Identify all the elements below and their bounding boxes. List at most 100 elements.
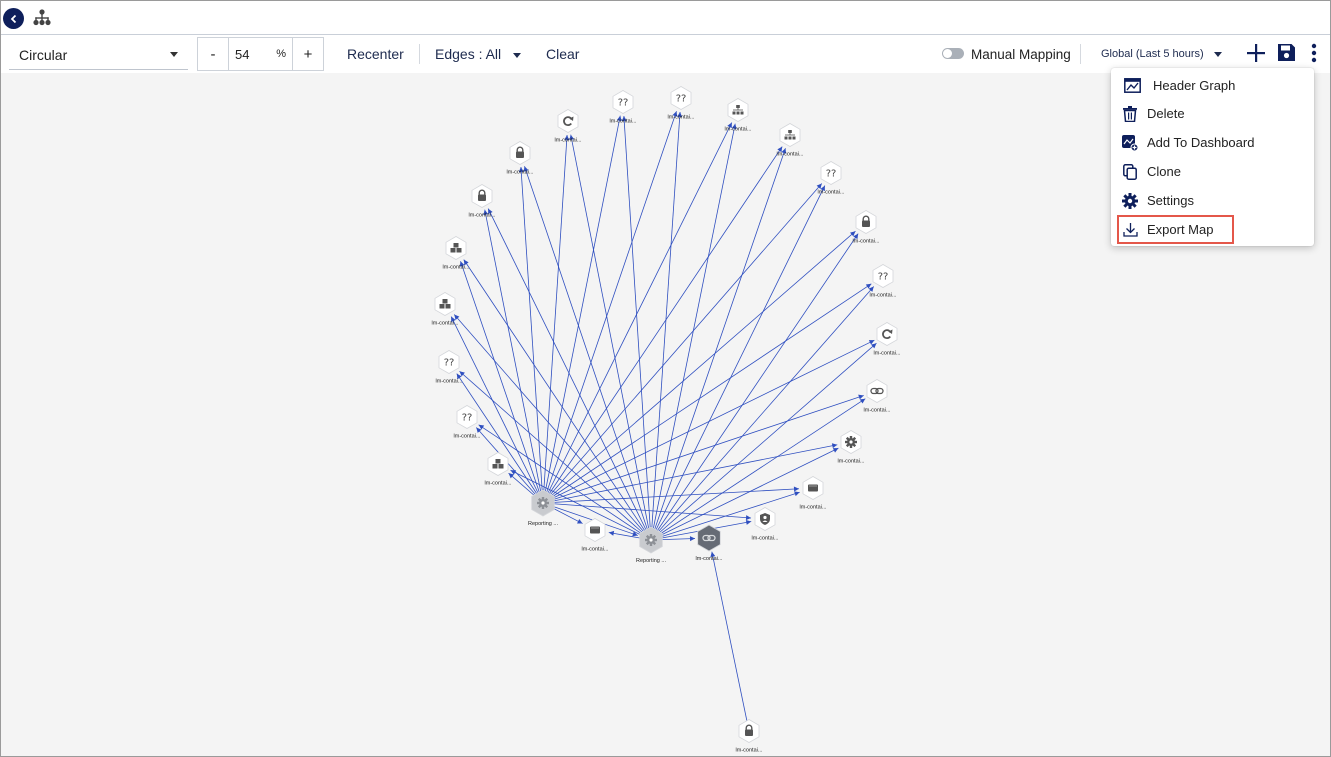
edge-arrowhead (831, 443, 838, 449)
graph-node[interactable]: lm-contai... (853, 210, 880, 245)
menu-item-add-to-dashboard[interactable]: Add To Dashboard (1111, 128, 1314, 157)
zoom-in-button[interactable]: + (293, 38, 323, 70)
save-icon[interactable] (1277, 43, 1296, 62)
graph-node[interactable]: lm-contai... (555, 109, 582, 144)
menu-item-export-map[interactable]: Export Map (1117, 215, 1234, 244)
toggle-knob (943, 49, 952, 58)
gear-icon (537, 497, 549, 509)
edge-layer (450, 111, 877, 732)
graph-edge (542, 230, 856, 504)
svg-text:??: ?? (618, 98, 629, 109)
menu-item-settings[interactable]: Settings (1111, 186, 1314, 215)
node-label: lm-contai... (610, 119, 637, 125)
svg-text:??: ?? (444, 358, 455, 369)
layout-select[interactable]: Circular (9, 37, 188, 70)
node-label: lm-contai... (870, 293, 897, 299)
graph-edge (542, 502, 752, 519)
menu-item-clone[interactable]: Clone (1111, 157, 1314, 186)
more-vertical-icon[interactable] (1309, 43, 1319, 63)
chevron-down-icon (513, 52, 522, 58)
graph-node[interactable]: ?? lm-contai... (610, 90, 637, 125)
graph-node[interactable]: lm-contai... (485, 452, 512, 487)
chevron-down-icon (170, 52, 178, 57)
more-actions-menu: Header Graph Delete Add To Dashboard Clo… (1111, 68, 1314, 246)
edge-arrowhead (608, 530, 615, 536)
node-label: Reporting ... (636, 558, 666, 564)
hub-node[interactable]: lm-contai... (696, 524, 723, 562)
graph-node[interactable]: lm-contai... (469, 184, 496, 219)
gear-icon (845, 436, 857, 448)
menu-item-label: Header Graph (1153, 78, 1236, 93)
node-label: lm-contai... (777, 152, 804, 158)
svg-text:??: ?? (676, 94, 687, 105)
graph-node[interactable]: ?? lm-contai... (668, 86, 695, 121)
graph-edge (711, 551, 750, 732)
clear-button[interactable]: Clear (546, 46, 579, 62)
gear-icon (645, 534, 657, 546)
node-shape (557, 109, 579, 133)
node-label: lm-contai... (485, 481, 512, 487)
graph-node[interactable]: lm-contai... (800, 476, 827, 511)
question-icon: ?? (676, 94, 687, 105)
menu-item-delete[interactable]: Delete (1111, 99, 1314, 128)
graph-node[interactable]: ?? lm-contai... (870, 264, 897, 299)
svg-text:??: ?? (462, 413, 473, 424)
node-label: lm-contai... (838, 459, 865, 465)
graph-node[interactable]: lm-contai... (725, 98, 752, 133)
node-label: lm-contai... (555, 138, 582, 144)
topology-page: Circular - 54 % + Recenter Edges : All C… (0, 0, 1331, 757)
node-shape (866, 379, 888, 403)
menu-item-label: Settings (1147, 193, 1194, 208)
zoom-input[interactable]: 54 % (228, 38, 293, 70)
zoom-out-button[interactable]: - (198, 38, 228, 70)
node-label: lm-contai... (696, 556, 723, 562)
graph-node[interactable]: lm-contai... (507, 141, 534, 176)
manual-mapping-toggle[interactable] (942, 48, 964, 59)
graph-node[interactable]: ?? lm-contai... (436, 350, 463, 385)
graph-edge (650, 185, 826, 541)
svg-text:??: ?? (878, 272, 889, 283)
title-bar (1, 1, 1330, 35)
graph-node[interactable]: lm-contai... (874, 322, 901, 357)
back-button[interactable] (3, 8, 24, 29)
chevron-left-icon (10, 14, 16, 23)
edges-filter-button[interactable]: Edges : All (435, 46, 522, 62)
menu-item-header-graph[interactable]: Header Graph (1111, 71, 1314, 100)
copy-icon (1121, 163, 1139, 181)
container-icon (590, 526, 600, 534)
dashboard-add-icon (1121, 134, 1139, 152)
graph-node[interactable]: lm-contai... (432, 292, 459, 327)
toolbar-divider (419, 44, 420, 64)
node-label: lm-contai... (800, 505, 827, 511)
graph-node[interactable]: lm-contai... (777, 123, 804, 158)
menu-item-label: Clone (1147, 164, 1181, 179)
node-label: lm-contai... (725, 127, 752, 133)
node-label: lm-contai... (853, 239, 880, 245)
graph-node[interactable]: lm-contai... (443, 236, 470, 271)
time-range-select[interactable]: Global (Last 5 hours) (1101, 48, 1222, 60)
gear-icon (1121, 192, 1139, 210)
graph-node[interactable]: lm-contai... (736, 719, 763, 754)
menu-item-label: Export Map (1147, 222, 1214, 237)
edge-arrowhead (689, 536, 696, 542)
container-icon (808, 484, 818, 492)
recenter-button[interactable]: Recenter (347, 46, 404, 62)
graph-node[interactable]: lm-contai... (838, 430, 865, 465)
node-shape (697, 524, 721, 552)
add-icon[interactable] (1246, 43, 1266, 63)
zoom-value: 54 (235, 46, 250, 62)
menu-item-label: Delete (1147, 106, 1185, 121)
graph-node[interactable]: lm-contai... (752, 507, 779, 542)
topology-icon (33, 9, 51, 26)
graph-node[interactable]: lm-contai... (864, 379, 891, 414)
graph-edge (520, 166, 544, 504)
question-icon: ?? (618, 98, 629, 109)
node-label: lm-contai... (582, 547, 609, 553)
graph-node[interactable]: lm-contai... (582, 518, 609, 553)
graph-edge (623, 115, 652, 541)
graph-node[interactable]: ?? lm-contai... (454, 405, 481, 440)
node-label: lm-contai... (469, 213, 496, 219)
graph-node[interactable]: ?? lm-contai... (818, 161, 845, 196)
manual-mapping-label: Manual Mapping (971, 47, 1071, 62)
graph-edge (542, 488, 800, 504)
